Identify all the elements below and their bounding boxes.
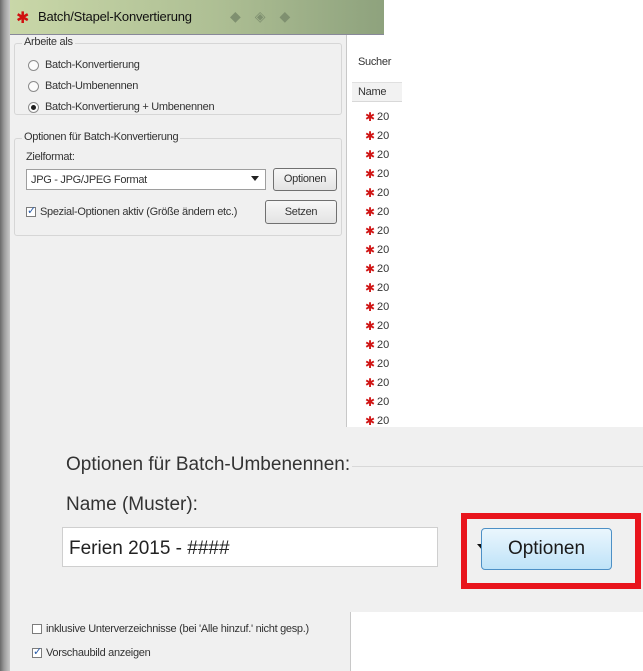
work-as-legend: Arbeite als (22, 36, 75, 48)
rename-options-legend: Optionen für Batch-Umbenennen: (66, 454, 351, 475)
toolbar-decoration-icons: ◆◈◆ (230, 8, 305, 24)
file-name: 20 (377, 187, 390, 199)
highlight-box (461, 513, 641, 589)
file-name: 20 (377, 396, 390, 408)
show-preview-row[interactable]: Vorschaubild anzeigen (32, 645, 151, 659)
image-file-icon: ✱ (364, 205, 376, 219)
file-name: 20 (377, 320, 390, 332)
file-name: 20 (377, 111, 390, 123)
include-subdirs-checkbox[interactable] (32, 624, 42, 634)
image-file-icon: ✱ (364, 186, 376, 200)
image-file-icon: ✱ (364, 281, 376, 295)
file-list-panel: Sucher Name ✱ 20 ✱ 20 ✱ 20 ✱ 20 ✱ 20 ✱ 20 ✱ 20 ✱ 20 ✱ 20 ✱… (352, 40, 402, 430)
file-list-item[interactable]: ✱ 20 (364, 146, 389, 164)
bottom-options-panel: inklusive Unterverzeichnisse (bei 'Alle … (10, 612, 351, 671)
chevron-down-icon (251, 176, 259, 181)
file-list-item[interactable]: ✱ 20 (364, 241, 389, 259)
column-header-name[interactable]: Name (352, 82, 402, 102)
image-file-icon: ✱ (364, 262, 376, 276)
file-list-item[interactable]: ✱ 20 (364, 317, 389, 335)
file-list-item[interactable]: ✱ 20 (364, 355, 389, 373)
app-icon: ✱ (16, 10, 30, 27)
image-file-icon: ✱ (364, 224, 376, 238)
settings-panel-continuation (10, 427, 53, 612)
file-list-item[interactable]: ✱ 20 (364, 127, 389, 145)
image-file-icon: ✱ (364, 148, 376, 162)
image-file-icon: ✱ (364, 300, 376, 314)
radio-batch-conversion-rename[interactable]: Batch-Konvertierung + Umbenennen (28, 99, 215, 115)
file-name: 20 (377, 168, 390, 180)
image-file-icon: ✱ (364, 414, 376, 428)
column-header-label: Name (358, 86, 387, 98)
target-format-dropdown[interactable]: JPG - JPG/JPEG Format (26, 169, 266, 190)
file-list-item[interactable]: ✱ 20 (364, 108, 389, 126)
file-list-item[interactable]: ✱ 20 (364, 184, 389, 202)
image-file-icon: ✱ (364, 338, 376, 352)
image-file-icon: ✱ (364, 167, 376, 181)
file-name: 20 (377, 244, 390, 256)
file-list-item[interactable]: ✱ 20 (364, 203, 389, 221)
file-name: 20 (377, 225, 390, 237)
special-options-checkbox[interactable] (26, 204, 36, 217)
radio-button[interactable] (28, 59, 39, 71)
file-list-item[interactable]: ✱ 20 (364, 279, 389, 297)
file-list-item[interactable]: ✱ 20 (364, 393, 389, 411)
window-left-edge (0, 0, 10, 671)
window-title: Batch/Stapel-Konvertierung (38, 9, 192, 24)
file-name: 20 (377, 339, 390, 351)
file-name: 20 (377, 149, 390, 161)
target-format-value: JPG - JPG/JPEG Format (31, 174, 147, 186)
include-subdirs-label: inklusive Unterverzeichnisse (bei 'Alle … (46, 623, 309, 635)
special-options-label: Spezial-Optionen aktiv (Größe ändern etc… (40, 206, 238, 218)
conversion-options-button[interactable]: Optionen (273, 168, 337, 191)
conversion-options-legend: Optionen für Batch-Konvertierung (22, 131, 181, 143)
radio-button-selected[interactable] (28, 101, 39, 113)
file-name: 20 (377, 206, 390, 218)
radio-batch-conversion[interactable]: Batch-Konvertierung (28, 57, 140, 73)
file-list-item[interactable]: ✱ 20 (364, 298, 389, 316)
image-file-icon: ✱ (364, 376, 376, 390)
title-bar: ✱ Batch/Stapel-Konvertierung ◆◈◆ (10, 0, 384, 35)
image-file-icon: ✱ (364, 357, 376, 371)
radio-label: Batch-Konvertierung + Umbenennen (45, 101, 215, 113)
file-name: 20 (377, 377, 390, 389)
name-pattern-label: Name (Muster): (66, 494, 198, 515)
file-list-item[interactable]: ✱ 20 (364, 374, 389, 392)
show-preview-label: Vorschaubild anzeigen (46, 647, 151, 659)
radio-button[interactable] (28, 80, 39, 92)
image-file-icon: ✱ (364, 319, 376, 333)
file-list-item[interactable]: ✱ 20 (364, 260, 389, 278)
name-pattern-dropdown[interactable]: Ferien 2015 - #### (62, 527, 438, 567)
radio-batch-rename[interactable]: Batch-Umbenennen (28, 78, 138, 94)
image-file-icon: ✱ (364, 129, 376, 143)
file-name: 20 (377, 130, 390, 142)
include-subdirs-row[interactable]: inklusive Unterverzeichnisse (bei 'Alle … (32, 623, 309, 635)
special-options-checkbox-row[interactable]: Spezial-Optionen aktiv (Größe ändern etc… (26, 204, 238, 218)
file-name: 20 (377, 358, 390, 370)
settings-panel: Arbeite als Batch-Konvertierung Batch-Um… (10, 35, 347, 427)
group-divider (352, 466, 643, 467)
file-list-item[interactable]: ✱ 20 (364, 222, 389, 240)
image-file-icon: ✱ (364, 395, 376, 409)
show-preview-checkbox[interactable] (32, 645, 42, 658)
search-label: Sucher (358, 56, 392, 68)
image-file-icon: ✱ (364, 110, 376, 124)
file-list-item[interactable]: ✱ 20 (364, 165, 389, 183)
file-name: 20 (377, 282, 390, 294)
radio-label: Batch-Konvertierung (45, 59, 140, 71)
name-pattern-value: Ferien 2015 - #### (69, 538, 230, 559)
file-name: 20 (377, 415, 390, 427)
set-button[interactable]: Setzen (265, 200, 337, 224)
radio-label: Batch-Umbenennen (45, 80, 139, 92)
file-name: 20 (377, 301, 390, 313)
file-name: 20 (377, 263, 390, 275)
target-format-label: Zielformat: (26, 151, 75, 163)
image-file-icon: ✱ (364, 243, 376, 257)
file-list-item[interactable]: ✱ 20 (364, 336, 389, 354)
